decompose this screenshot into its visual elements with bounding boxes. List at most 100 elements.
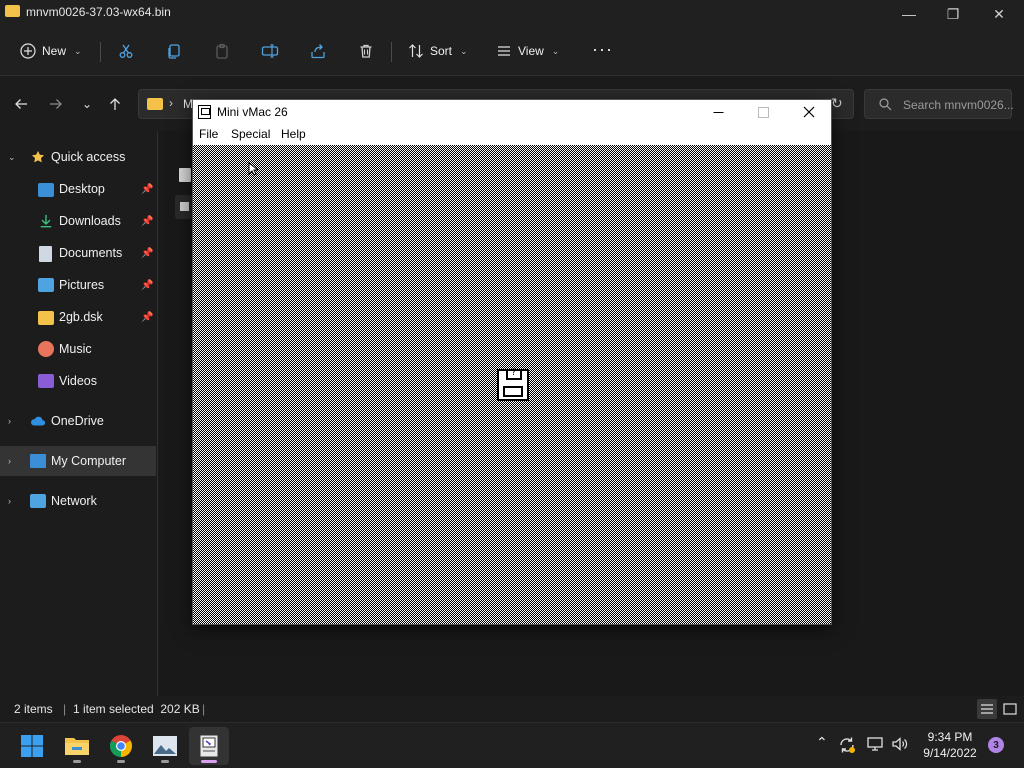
sidebar-item-pictures[interactable]: Pictures 📌 [0, 270, 156, 300]
command-bar: New ⌄ Sort ⌄ View ⌄ ··· [0, 28, 1024, 76]
mini-vmac-window[interactable]: Mini vMac 26 File Special Help ? [192, 99, 832, 625]
disk-label [503, 386, 523, 397]
sort-icon [409, 44, 423, 58]
cut-button[interactable] [113, 38, 139, 64]
copy-button[interactable] [161, 38, 187, 64]
image-viewer-icon [153, 736, 177, 756]
taskbar-mini-vmac[interactable] [189, 727, 229, 765]
sidebar-item-videos[interactable]: Videos [0, 366, 156, 396]
paste-button[interactable] [209, 38, 235, 64]
view-label: View [518, 44, 544, 58]
sidebar-item-label: OneDrive [51, 414, 104, 428]
sidebar-item-label: 2gb.dsk [59, 310, 103, 324]
sidebar-item-label: My Computer [51, 454, 127, 468]
pin-icon: 📌 [141, 311, 154, 323]
back-button[interactable] [10, 93, 32, 115]
question-mark-glyph: ? [511, 368, 517, 378]
view-icon [498, 46, 510, 56]
delete-button[interactable] [353, 38, 379, 64]
start-button[interactable] [12, 727, 52, 765]
status-bar: 2 items | 1 item selected 202 KB | [0, 696, 1024, 722]
divider: | [63, 702, 67, 716]
sidebar-item-downloads[interactable]: Downloads 📌 [0, 206, 156, 236]
running-indicator [73, 760, 81, 763]
menu-file[interactable]: File [199, 127, 218, 141]
divider [391, 42, 392, 62]
recent-locations-button[interactable]: ⌄ [76, 93, 98, 115]
maximize-icon [757, 106, 769, 118]
show-hidden-icons-icon[interactable]: ⌃ [816, 734, 828, 751]
restore-button[interactable]: ❐ [930, 0, 976, 28]
details-view-button[interactable] [977, 699, 997, 719]
taskbar-image-viewer[interactable] [145, 727, 185, 765]
chrome-icon [110, 735, 132, 757]
documents-icon [39, 246, 52, 262]
sync-icon[interactable] [838, 736, 856, 754]
sort-label: Sort [430, 44, 453, 58]
sidebar-item-label: Desktop [59, 182, 105, 196]
pin-icon: 📌 [141, 247, 154, 259]
list-item[interactable] [175, 195, 193, 219]
new-button[interactable]: New ⌄ [20, 38, 82, 64]
sidebar-item-documents[interactable]: Documents 📌 [0, 238, 156, 268]
up-button[interactable] [104, 93, 126, 115]
music-icon [38, 341, 54, 357]
explorer-title-bar: mnvm0026-37.03-wx64.bin — ❐ ✕ [0, 0, 1024, 28]
search-icon [879, 98, 892, 111]
cloud-icon [31, 416, 46, 426]
mini-vmac-title: Mini vMac 26 [217, 105, 288, 119]
volume-icon[interactable] [891, 736, 909, 752]
network-status-icon[interactable] [866, 736, 884, 752]
chevron-right-icon: › [8, 456, 11, 466]
sidebar-item-network[interactable]: › Network [0, 486, 156, 516]
share-icon [311, 44, 325, 59]
minimize-button[interactable]: — [886, 0, 932, 28]
taskbar-file-explorer[interactable] [57, 727, 97, 765]
sidebar-item-quick-access[interactable]: ⌄ Quick access [0, 142, 156, 172]
search-input[interactable]: Search mnvm0026... [864, 89, 1014, 119]
rename-button[interactable] [257, 38, 283, 64]
menu-special[interactable]: Special [231, 127, 270, 141]
minimize-icon [713, 111, 723, 113]
pin-icon: 📌 [141, 183, 154, 195]
forward-button[interactable] [45, 93, 67, 115]
details-view-icon [981, 704, 993, 714]
file-icon[interactable] [179, 168, 191, 182]
chevron-down-icon: ⌄ [81, 97, 93, 111]
app-icon [180, 202, 189, 211]
close-button[interactable]: ✕ [976, 0, 1022, 28]
sort-button[interactable]: Sort ⌄ [408, 38, 468, 64]
emulator-screen[interactable]: ? [193, 145, 831, 624]
clock[interactable]: 9:34 PM 9/14/2022 [920, 729, 980, 761]
tiles-view-button[interactable] [1000, 699, 1020, 719]
view-button[interactable]: View ⌄ [496, 38, 559, 64]
chevron-right-icon: › [8, 496, 11, 506]
mini-vmac-title-bar[interactable]: Mini vMac 26 [193, 100, 831, 124]
more-options-button[interactable]: ··· [592, 36, 613, 62]
mini-vmac-minimize-button[interactable] [696, 100, 740, 124]
sidebar-item-desktop[interactable]: Desktop 📌 [0, 174, 156, 204]
sidebar-item-2gb-dsk[interactable]: 2gb.dsk 📌 [0, 302, 156, 332]
close-icon [803, 106, 815, 118]
taskbar-chrome[interactable] [101, 727, 141, 765]
notification-badge[interactable]: 3 [988, 737, 1004, 753]
pin-icon: 📌 [141, 279, 154, 291]
sidebar-item-music[interactable]: Music [0, 334, 156, 364]
videos-icon [38, 374, 54, 388]
network-icon [30, 494, 46, 508]
mini-vmac-close-button[interactable] [787, 100, 831, 124]
running-indicator [161, 760, 169, 763]
sidebar-item-onedrive[interactable]: › OneDrive [0, 406, 156, 436]
download-icon [40, 214, 52, 228]
selection-info: 1 item selected 202 KB [73, 702, 200, 716]
sidebar-item-my-computer[interactable]: › My Computer [0, 446, 156, 476]
paste-icon [216, 43, 228, 59]
mini-vmac-maximize-button[interactable] [741, 100, 785, 124]
clock-time: 9:34 PM [927, 730, 973, 744]
refresh-icon[interactable]: ↻ [831, 95, 843, 112]
pictures-icon [38, 278, 54, 292]
share-button[interactable] [305, 38, 331, 64]
sidebar-item-label: Documents [59, 246, 123, 260]
menu-help[interactable]: Help [281, 127, 306, 141]
mini-vmac-menu-bar: File Special Help [193, 124, 831, 144]
